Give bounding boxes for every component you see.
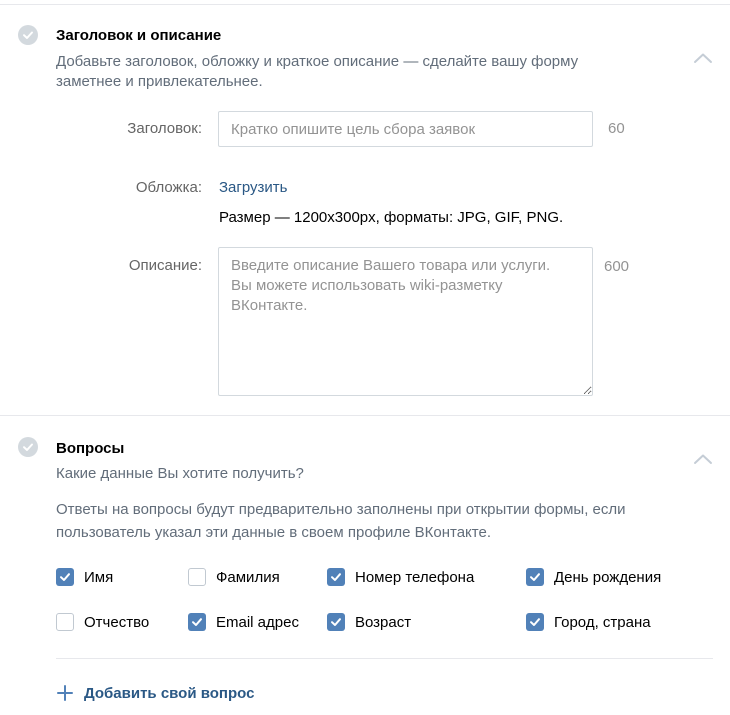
question-checkbox-label: Город, страна [554, 613, 651, 631]
question-checkbox-label: Фамилия [216, 568, 280, 586]
checkbox-checked-icon[interactable] [327, 568, 345, 586]
add-question-button[interactable]: Добавить свой вопрос [56, 684, 254, 702]
cover-size-hint: Размер — 1200x300px, форматы: JPG, GIF, … [219, 209, 564, 226]
section-title-description-line2: заметнее и привлекательнее. [56, 73, 263, 90]
chevron-up-icon[interactable] [692, 51, 714, 65]
questions-note-line1: Ответы на вопросы будут предварительно з… [56, 501, 626, 518]
title-char-counter: 60 [608, 120, 625, 137]
checkbox-checked-icon[interactable] [526, 613, 544, 631]
question-checkbox[interactable]: Фамилия [188, 568, 280, 586]
question-checkbox[interactable]: Возраст [327, 613, 411, 631]
top-divider [0, 4, 730, 5]
questions-divider [56, 658, 713, 659]
checkbox-checked-icon[interactable] [188, 613, 206, 631]
question-checkbox-label: Отчество [84, 613, 150, 631]
question-checkbox[interactable]: Отчество [56, 613, 149, 631]
question-checkbox-label: Возраст [355, 613, 412, 631]
question-checkbox-label: Имя [84, 568, 114, 586]
check-circle-icon [18, 25, 38, 45]
add-question-label: Добавить свой вопрос [84, 684, 255, 702]
question-checkbox[interactable]: Имя [56, 568, 113, 586]
section-divider [0, 415, 730, 416]
description-textarea[interactable] [218, 247, 593, 396]
checkbox-unchecked-icon[interactable] [188, 568, 206, 586]
question-checkbox-label: Email адрес [216, 613, 299, 631]
questions-subtitle: Какие данные Вы хотите получить? [56, 465, 304, 482]
checkbox-checked-icon[interactable] [526, 568, 544, 586]
questions-section-title: Вопросы [56, 440, 125, 457]
question-checkbox[interactable]: День рождения [526, 568, 661, 586]
plus-icon [56, 684, 74, 702]
upload-cover-link[interactable]: Загрузить [219, 179, 288, 196]
questions-note-line2: пользователь указал эти данные в своем п… [56, 524, 491, 541]
cover-field-label: Обложка: [135, 179, 202, 196]
section-title-header: Заголовок и описание [56, 27, 222, 44]
description-char-counter: 600 [604, 258, 630, 275]
check-circle-icon [18, 437, 38, 457]
question-checkbox-label: Номер телефона [355, 568, 475, 586]
checkbox-checked-icon[interactable] [56, 568, 74, 586]
description-field-label: Описание: [128, 257, 202, 274]
checkbox-unchecked-icon[interactable] [56, 613, 74, 631]
chevron-up-icon[interactable] [692, 452, 714, 466]
checkbox-checked-icon[interactable] [327, 613, 345, 631]
title-field-label: Заголовок: [127, 120, 202, 137]
question-checkbox[interactable]: Номер телефона [327, 568, 474, 586]
question-checkbox[interactable]: Email адрес [188, 613, 299, 631]
question-checkbox-label: День рождения [554, 568, 662, 586]
title-input[interactable] [218, 111, 593, 147]
question-checkbox[interactable]: Город, страна [526, 613, 651, 631]
section-title-description-line1: Добавьте заголовок, обложку и краткое оп… [56, 53, 579, 70]
